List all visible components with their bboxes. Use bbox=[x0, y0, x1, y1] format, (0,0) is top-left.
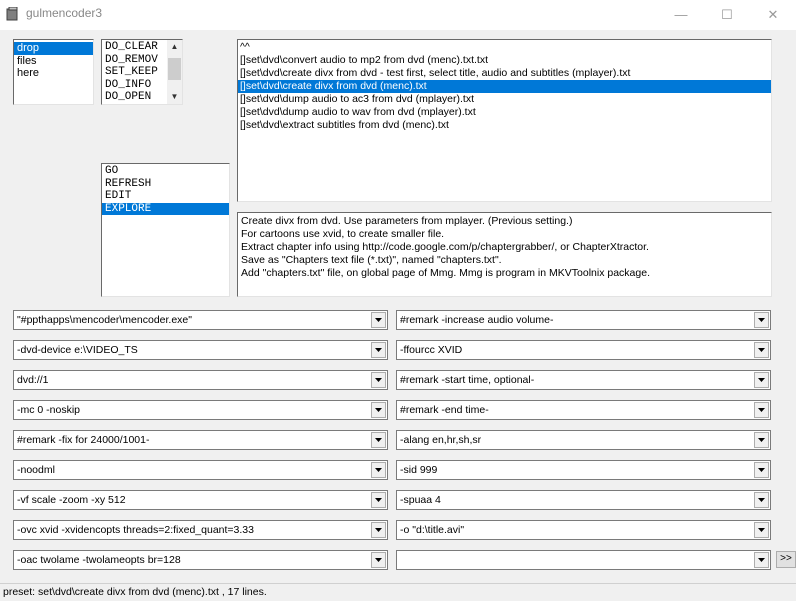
preset-item[interactable]: []set\dvd\dump audio to wav from dvd (mp… bbox=[238, 106, 771, 119]
dropdown-arrow-icon[interactable] bbox=[371, 462, 386, 478]
title-bar: gulmencoder3 — ☐ ✕ bbox=[0, 0, 796, 30]
description-line: Create divx from dvd. Use parameters fro… bbox=[241, 215, 573, 227]
scroll-up-arrow-icon[interactable]: ▲ bbox=[167, 40, 182, 54]
param-value: #remark -start time, optional- bbox=[400, 374, 535, 386]
dropdown-arrow-icon[interactable] bbox=[371, 492, 386, 508]
description-line: For cartoons use xvid, to create smaller… bbox=[241, 228, 445, 240]
scroll-thumb[interactable] bbox=[168, 58, 181, 80]
dropdown-arrow-icon[interactable] bbox=[754, 552, 769, 568]
param-combo-right[interactable]: -o "d:\title.avi" bbox=[396, 520, 771, 540]
param-combo-right[interactable] bbox=[396, 550, 771, 570]
app-icon bbox=[6, 7, 18, 21]
command-list[interactable]: DO_CLEAR DO_REMOV SET_KEEP DO_INFO DO_OP… bbox=[101, 39, 183, 105]
dropdown-arrow-icon[interactable] bbox=[371, 312, 386, 328]
more-button[interactable]: >> bbox=[776, 551, 796, 568]
preset-item[interactable]: []set\dvd\dump audio to ac3 from dvd (mp… bbox=[238, 93, 771, 106]
drop-files-list[interactable]: drop files here bbox=[13, 39, 94, 105]
param-value: -ovc xvid -xvidencopts threads=2:fixed_q… bbox=[17, 524, 254, 536]
param-combo-left[interactable]: -vf scale -zoom -xy 512 bbox=[13, 490, 388, 510]
param-combo-left[interactable]: -mc 0 -noskip bbox=[13, 400, 388, 420]
action-item-edit[interactable]: EDIT bbox=[102, 190, 229, 203]
dropdown-arrow-icon[interactable] bbox=[754, 462, 769, 478]
maximize-button[interactable]: ☐ bbox=[704, 0, 750, 30]
param-value: "#ppthapps\mencoder\mencoder.exe" bbox=[17, 314, 192, 326]
action-list[interactable]: GO REFRESH EDIT EXPLORE bbox=[101, 163, 230, 297]
scroll-down-arrow-icon[interactable]: ▼ bbox=[167, 90, 182, 104]
param-combo-left[interactable]: -dvd-device e:\VIDEO_TS bbox=[13, 340, 388, 360]
param-value: -dvd-device e:\VIDEO_TS bbox=[17, 344, 138, 356]
param-value: -oac twolame -twolameopts br=128 bbox=[17, 554, 181, 566]
dropdown-arrow-icon[interactable] bbox=[371, 372, 386, 388]
param-value: -ffourcc XVID bbox=[400, 344, 463, 356]
preset-item[interactable]: []set\dvd\create divx from dvd - test fi… bbox=[238, 67, 771, 80]
param-combo-right[interactable]: #remark -start time, optional- bbox=[396, 370, 771, 390]
preset-item[interactable]: []set\dvd\convert audio to mp2 from dvd … bbox=[238, 54, 771, 67]
param-value: dvd://1 bbox=[17, 374, 49, 386]
description-line: Extract chapter info using http://code.g… bbox=[241, 241, 649, 253]
dropdown-arrow-icon[interactable] bbox=[754, 522, 769, 538]
window-title: gulmencoder3 bbox=[26, 6, 103, 20]
param-value: -noodml bbox=[17, 464, 55, 476]
param-combo-left[interactable]: dvd://1 bbox=[13, 370, 388, 390]
param-combo-right[interactable]: -alang en,hr,sh,sr bbox=[396, 430, 771, 450]
param-combo-left[interactable]: #remark -fix for 24000/1001- bbox=[13, 430, 388, 450]
param-value: -o "d:\title.avi" bbox=[400, 524, 465, 536]
param-combo-left[interactable]: "#ppthapps\mencoder\mencoder.exe" bbox=[13, 310, 388, 330]
command-list-scrollbar[interactable]: ▲ ▼ bbox=[167, 40, 182, 104]
dropdown-arrow-icon[interactable] bbox=[754, 402, 769, 418]
param-combo-right[interactable]: #remark -end time- bbox=[396, 400, 771, 420]
action-item-explore[interactable]: EXPLORE bbox=[102, 202, 229, 216]
status-bar: preset: set\dvd\create divx from dvd (me… bbox=[0, 583, 796, 601]
dropdown-arrow-icon[interactable] bbox=[371, 432, 386, 448]
list-item[interactable]: here bbox=[14, 67, 93, 80]
param-combo-left[interactable]: -ovc xvid -xvidencopts threads=2:fixed_q… bbox=[13, 520, 388, 540]
param-combo-right[interactable]: #remark -increase audio volume- bbox=[396, 310, 771, 330]
param-value: #remark -end time- bbox=[400, 404, 489, 416]
param-value: #remark -increase audio volume- bbox=[400, 314, 554, 326]
param-value: -spuaa 4 bbox=[400, 494, 441, 506]
client-area: drop files here DO_CLEAR DO_REMOV SET_KE… bbox=[0, 30, 796, 601]
description-line: Add "chapters.txt" file, on global page … bbox=[241, 267, 650, 279]
minimize-button[interactable]: — bbox=[658, 0, 704, 30]
param-combo-right[interactable]: -sid 999 bbox=[396, 460, 771, 480]
param-value bbox=[400, 551, 750, 569]
preset-item[interactable]: ^^ bbox=[238, 41, 771, 54]
dropdown-arrow-icon[interactable] bbox=[371, 552, 386, 568]
dropdown-arrow-icon[interactable] bbox=[371, 342, 386, 358]
close-button[interactable]: ✕ bbox=[750, 0, 796, 30]
list-item[interactable]: drop bbox=[14, 42, 93, 55]
dropdown-arrow-icon[interactable] bbox=[754, 312, 769, 328]
preset-item-selected[interactable]: []set\dvd\create divx from dvd (menc).tx… bbox=[238, 80, 771, 93]
dropdown-arrow-icon[interactable] bbox=[754, 492, 769, 508]
param-combo-left[interactable]: -noodml bbox=[13, 460, 388, 480]
list-item[interactable]: files bbox=[14, 55, 93, 68]
dropdown-arrow-icon[interactable] bbox=[754, 432, 769, 448]
param-value: -sid 999 bbox=[400, 464, 438, 476]
preset-list[interactable]: ^^ []set\dvd\convert audio to mp2 from d… bbox=[237, 39, 772, 202]
param-value: -mc 0 -noskip bbox=[17, 404, 81, 416]
param-value: -alang en,hr,sh,sr bbox=[400, 434, 482, 446]
status-text: preset: set\dvd\create divx from dvd (me… bbox=[3, 586, 267, 598]
action-item-go[interactable]: GO bbox=[102, 165, 229, 178]
dropdown-arrow-icon[interactable] bbox=[754, 342, 769, 358]
preset-item[interactable]: []set\dvd\extract subtitles from dvd (me… bbox=[238, 119, 771, 132]
dropdown-arrow-icon[interactable] bbox=[754, 372, 769, 388]
param-combo-left[interactable]: -oac twolame -twolameopts br=128 bbox=[13, 550, 388, 570]
action-item-refresh[interactable]: REFRESH bbox=[102, 178, 229, 191]
param-value: #remark -fix for 24000/1001- bbox=[17, 434, 150, 446]
dropdown-arrow-icon[interactable] bbox=[371, 402, 386, 418]
dropdown-arrow-icon[interactable] bbox=[371, 522, 386, 538]
description-box[interactable]: Create divx from dvd. Use parameters fro… bbox=[237, 212, 772, 297]
param-value: -vf scale -zoom -xy 512 bbox=[17, 494, 126, 506]
description-line: Save as "Chapters text file (*.txt)", na… bbox=[241, 254, 502, 266]
param-combo-right[interactable]: -ffourcc XVID bbox=[396, 340, 771, 360]
param-combo-right[interactable]: -spuaa 4 bbox=[396, 490, 771, 510]
